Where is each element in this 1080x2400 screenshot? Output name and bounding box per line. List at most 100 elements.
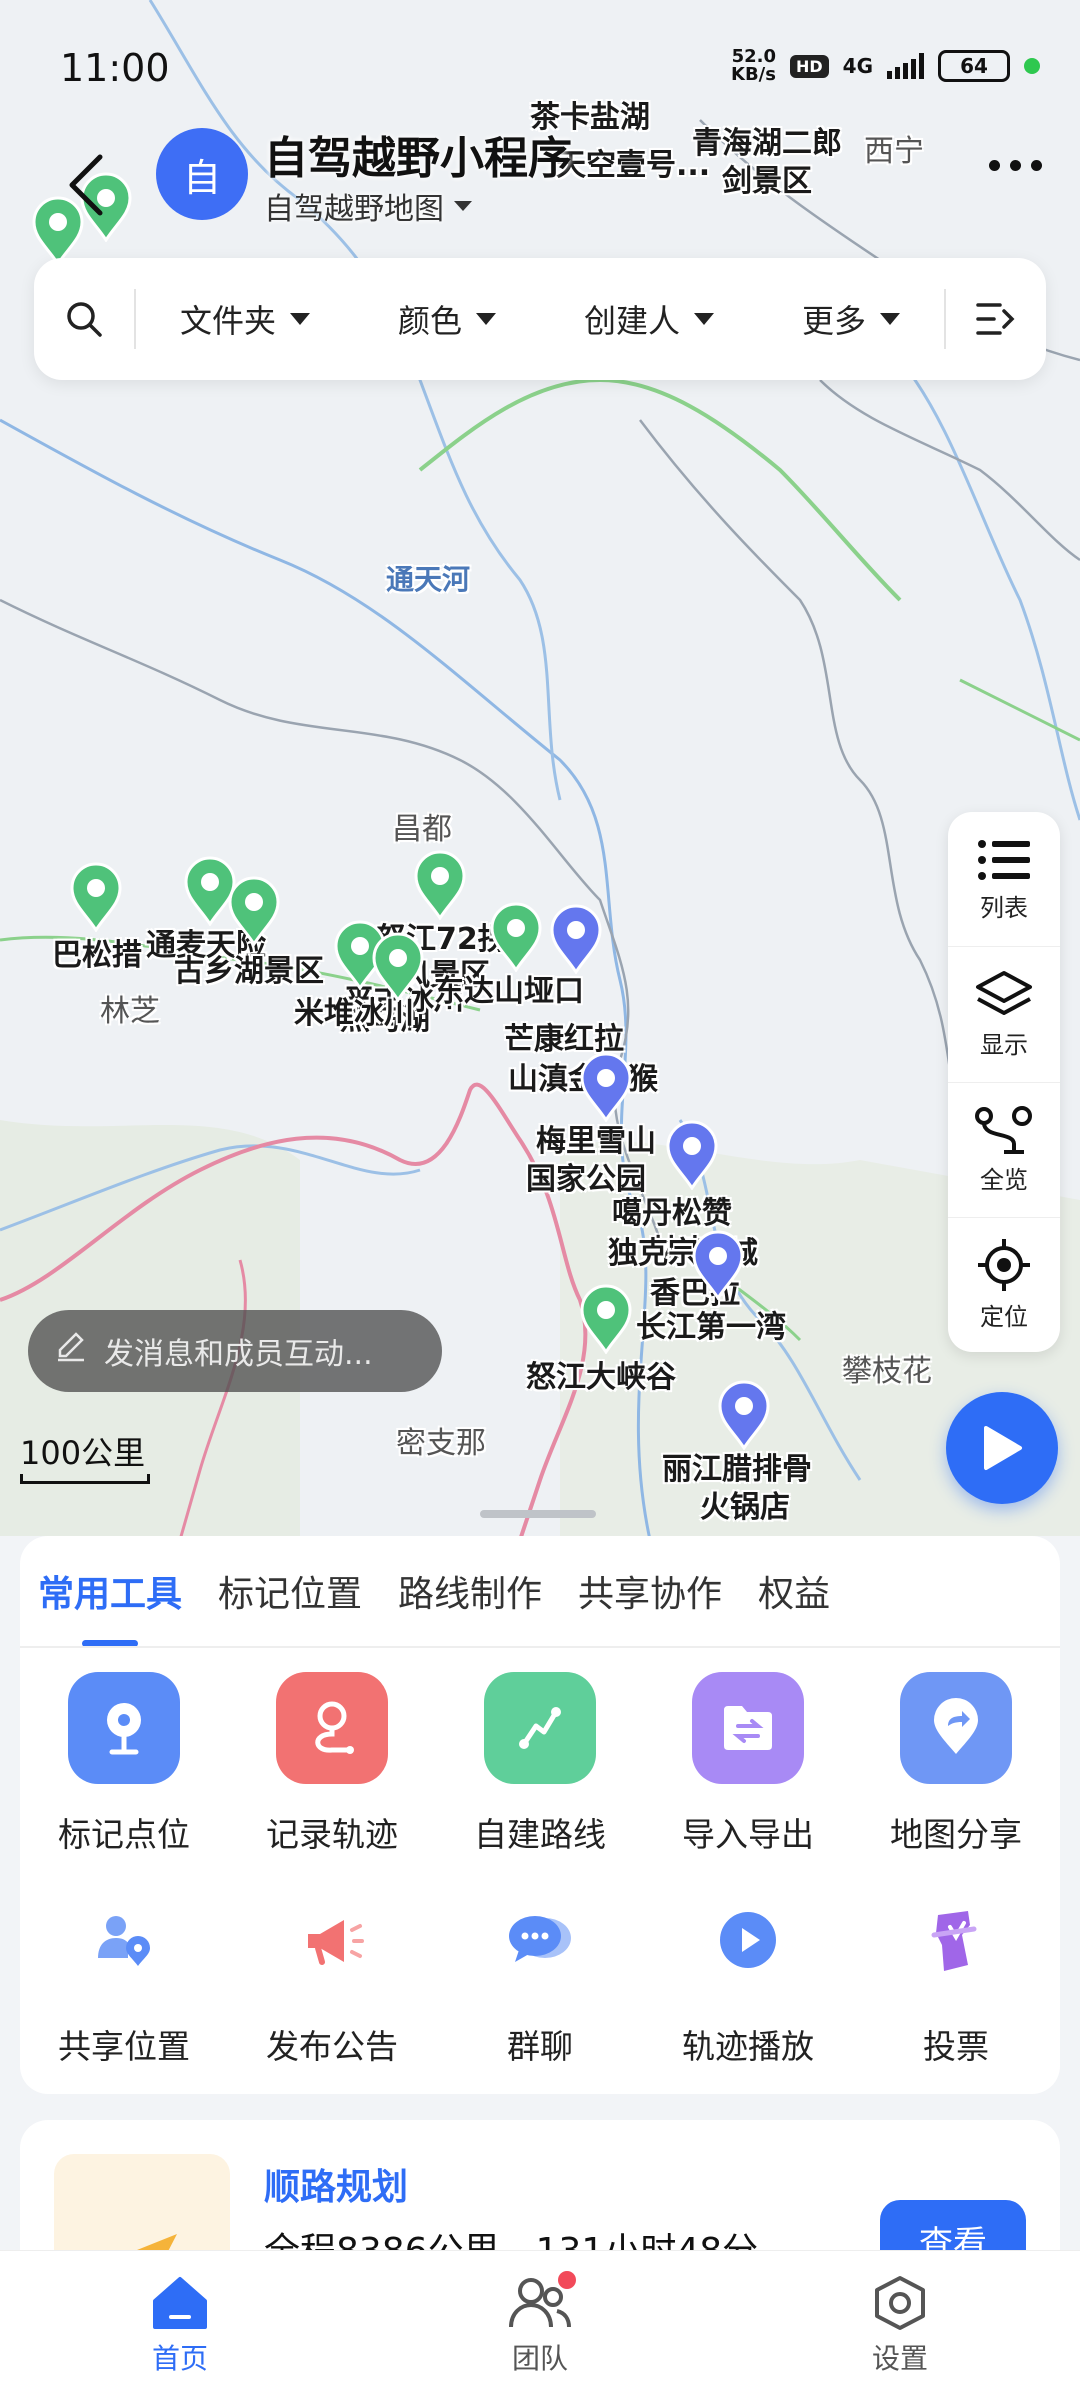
tool-label: 共享位置 [58, 2027, 190, 2066]
caret-down-icon [476, 313, 496, 325]
locate-button[interactable]: 定位 [948, 1218, 1060, 1352]
overview-button[interactable]: 全览 [948, 1083, 1060, 1218]
chevron-left-icon [69, 154, 103, 216]
signal-icon [887, 53, 924, 79]
filter-more[interactable]: 更多 [784, 296, 918, 342]
tool-share-location[interactable]: 共享位置 [20, 1870, 228, 2082]
tool-grid: 标记点位 记录轨迹 自建路线 导入导出 地图分享 共享位置 发布公告 群聊 轨迹… [20, 1658, 1060, 2082]
search-button[interactable] [34, 299, 134, 339]
battery-level: 64 [960, 54, 988, 78]
map-pin-green-icon[interactable] [412, 850, 468, 921]
tool-map-share[interactable]: 地图分享 [852, 1658, 1060, 1870]
map-label-poi: 丽江腊排骨 [662, 1452, 812, 1487]
list-icon [978, 839, 1030, 880]
display-button[interactable]: 显示 [948, 947, 1060, 1083]
message-input-pill[interactable]: 发消息和成员互动... [28, 1310, 442, 1392]
filter-bar: 文件夹 颜色 创建人 更多 [34, 258, 1046, 380]
home-icon [153, 2276, 207, 2329]
tab-share-collab[interactable]: 共享协作 [560, 1536, 740, 1646]
route-overview-icon [975, 1106, 1032, 1155]
map-name: 自驾越野地图 [264, 192, 444, 227]
track-play-fab[interactable] [946, 1392, 1058, 1504]
nav-team[interactable]: 团队 [360, 2251, 720, 2400]
map-label-city: 密支那 [396, 1426, 486, 1461]
map-pin-blue-icon[interactable] [578, 1052, 634, 1123]
filter-folder[interactable]: 文件夹 [162, 296, 328, 342]
locate-icon [978, 1239, 1030, 1292]
nav-home[interactable]: 首页 [0, 2251, 360, 2400]
tool-record-track[interactable]: 记录轨迹 [228, 1658, 436, 1870]
filter-creator-label: 创建人 [583, 302, 680, 340]
tool-tabs: 常用工具 标记位置 路线制作 共享协作 权益 [20, 1536, 1060, 1648]
map-label-city: 昌都 [392, 812, 452, 847]
tool-announcement[interactable]: 发布公告 [228, 1870, 436, 2082]
map-label-city: 攀枝花 [842, 1354, 932, 1389]
app-avatar[interactable]: 自 [156, 128, 248, 220]
tools-card: 常用工具 标记位置 路线制作 共享协作 权益 标记点位 记录轨迹 自建路线 导入… [20, 1536, 1060, 2094]
more-menu-button[interactable] [989, 160, 1042, 171]
battery-icon: 64 [938, 50, 1010, 82]
tab-mark-location[interactable]: 标记位置 [200, 1536, 380, 1646]
filter-creator[interactable]: 创建人 [566, 296, 732, 342]
tool-group-chat[interactable]: 群聊 [436, 1870, 644, 2082]
map-pin-green-icon[interactable] [226, 876, 282, 947]
tab-benefits[interactable]: 权益 [740, 1536, 848, 1646]
tool-label: 群聊 [507, 2027, 573, 2066]
map-label-poi: 长江第一湾 [636, 1310, 786, 1345]
settings-icon [875, 2275, 925, 2330]
map-tools-panel: 列表 显示 全览 定位 [948, 812, 1060, 1352]
tab-common-tools[interactable]: 常用工具 [20, 1536, 200, 1646]
tool-label: 导入导出 [682, 1815, 814, 1854]
tool-label: 记录轨迹 [266, 1815, 398, 1854]
tool-track-playback[interactable]: 轨迹播放 [644, 1870, 852, 2082]
play-icon [984, 1426, 1022, 1470]
status-dot [1024, 58, 1040, 74]
status-time: 11:00 [60, 46, 170, 90]
map-pin-green-icon[interactable] [68, 862, 124, 933]
list-button[interactable]: 列表 [948, 812, 1060, 948]
tool-vote[interactable]: 投票 [852, 1870, 1060, 2082]
map-pin-blue-icon[interactable] [690, 1230, 746, 1301]
map-label-poi: 梅里雪山 [536, 1124, 656, 1159]
nav-settings-label: 设置 [871, 2341, 928, 2375]
map-pin-green-icon[interactable] [488, 902, 544, 973]
map-label-poi: 古乡湖景区 [174, 954, 324, 989]
map-pin-blue-icon[interactable] [664, 1120, 720, 1191]
status-bar: 11:00 52.0 KB/s HD 4G 64 [0, 0, 1080, 130]
network-speed-unit: KB/s [731, 64, 776, 85]
layers-icon [976, 970, 1032, 1015]
filter-menu-button[interactable] [946, 299, 1046, 339]
map-label-river: 通天河 [386, 563, 471, 596]
map-pin-green-icon[interactable] [578, 1284, 634, 1355]
map-pin-green-icon[interactable] [370, 932, 426, 1003]
nav-settings[interactable]: 设置 [720, 2251, 1080, 2400]
list-button-label: 列表 [980, 893, 1028, 922]
caret-down-icon [454, 201, 472, 211]
caret-down-icon [880, 313, 900, 325]
map-label-poi: 国家公园 [526, 1162, 646, 1197]
tab-route-making[interactable]: 路线制作 [380, 1536, 560, 1646]
edit-icon [54, 1330, 88, 1372]
map-pin-blue-icon[interactable] [548, 904, 604, 975]
map-selector[interactable]: 自驾越野地图 [264, 184, 472, 228]
tool-build-route[interactable]: 自建路线 [436, 1658, 644, 1870]
search-icon [67, 302, 102, 337]
back-button[interactable] [56, 140, 116, 230]
caret-down-icon [290, 313, 310, 325]
tool-label: 地图分享 [890, 1815, 1022, 1854]
route-build-icon [484, 1672, 596, 1784]
display-button-label: 显示 [980, 1030, 1028, 1059]
route-title: 顺路规划 [264, 2167, 409, 2208]
map-pin-blue-icon[interactable] [716, 1380, 772, 1451]
network-type: 4G [842, 54, 873, 78]
tool-import-export[interactable]: 导入导出 [644, 1658, 852, 1870]
map-label-poi: 怒江大峡谷 [526, 1360, 676, 1395]
drag-handle[interactable] [480, 1510, 596, 1518]
group-chat-icon [484, 1884, 596, 1996]
tool-mark-point[interactable]: 标记点位 [20, 1658, 228, 1870]
message-placeholder: 发消息和成员互动... [104, 1337, 373, 1372]
locate-button-label: 定位 [980, 1303, 1028, 1332]
filter-color[interactable]: 颜色 [380, 296, 514, 342]
tool-label: 发布公告 [266, 2027, 398, 2066]
tool-label: 自建路线 [474, 1815, 606, 1854]
